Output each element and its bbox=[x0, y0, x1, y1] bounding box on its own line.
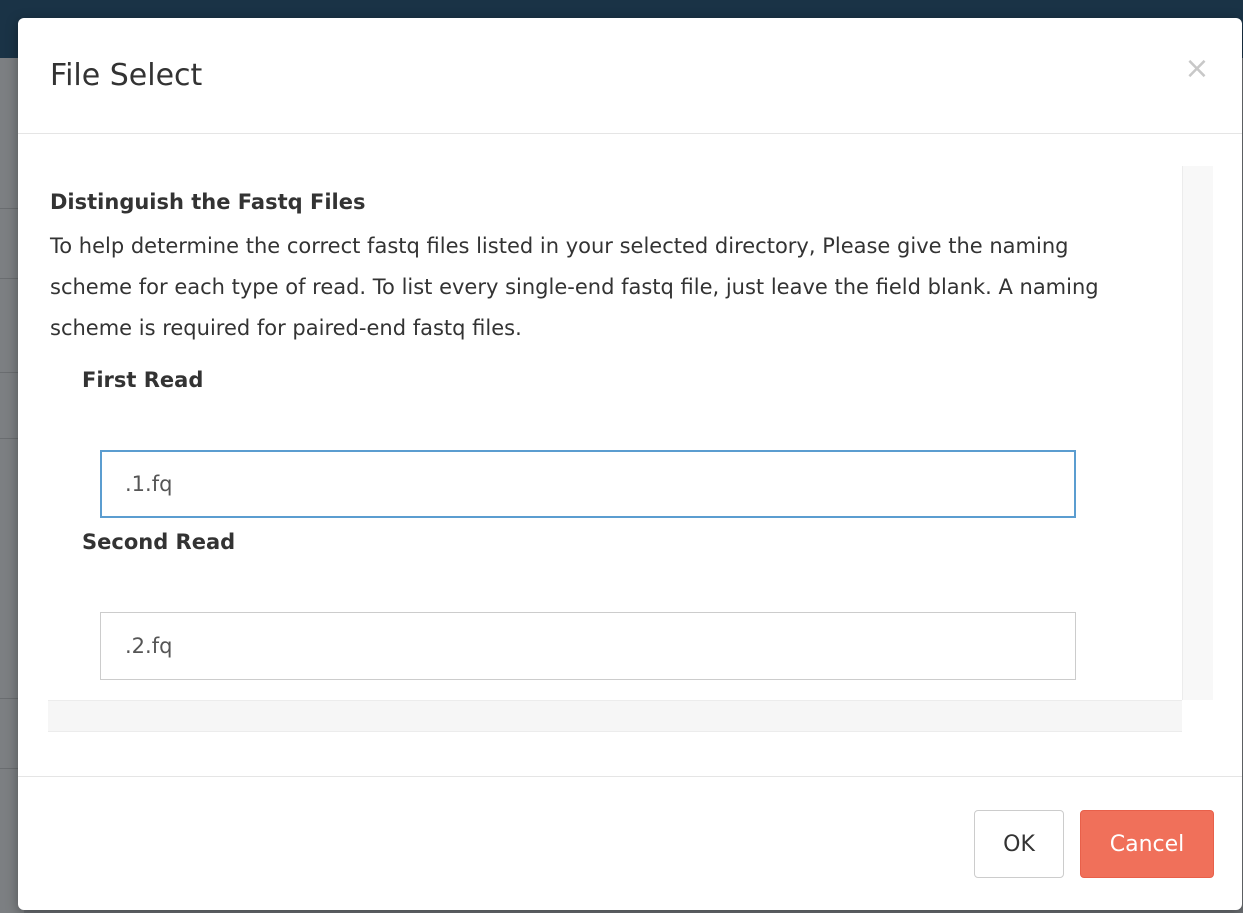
dialog-footer: OK Cancel bbox=[18, 776, 1242, 910]
section-title: Distinguish the Fastq Files bbox=[50, 190, 366, 214]
ok-button[interactable]: OK bbox=[974, 810, 1064, 878]
close-icon[interactable]: × bbox=[1182, 52, 1212, 86]
first-read-label: First Read bbox=[82, 368, 204, 392]
help-text: To help determine the correct fastq file… bbox=[50, 234, 1099, 340]
second-read-input[interactable] bbox=[100, 612, 1076, 680]
dialog-title: File Select bbox=[50, 58, 203, 93]
scroll-container[interactable]: Distinguish the Fastq Files To help dete… bbox=[48, 166, 1182, 700]
dialog-body: Distinguish the Fastq Files To help dete… bbox=[18, 134, 1242, 776]
first-read-input[interactable] bbox=[100, 450, 1076, 518]
vertical-scrollbar[interactable] bbox=[1182, 166, 1213, 700]
dialog-header: File Select × bbox=[18, 18, 1242, 134]
file-select-dialog: File Select × Distinguish the Fastq File… bbox=[18, 18, 1242, 910]
second-read-label: Second Read bbox=[82, 530, 236, 554]
horizontal-scrollbar[interactable] bbox=[48, 700, 1182, 732]
cancel-button[interactable]: Cancel bbox=[1080, 810, 1214, 878]
